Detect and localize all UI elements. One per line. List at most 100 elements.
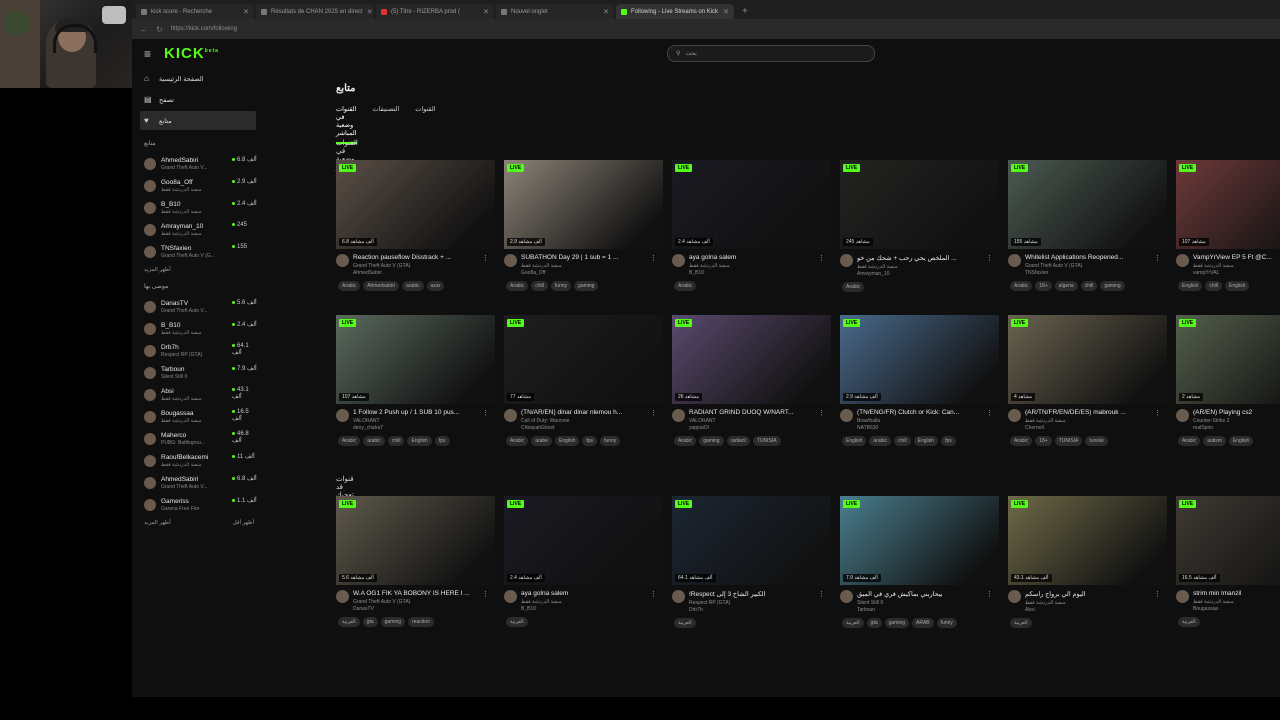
more-options-icon[interactable]: ⋮ xyxy=(650,254,657,262)
stream-category[interactable]: منصة الدردشة فقط xyxy=(1025,418,1155,424)
stream-tag[interactable]: العربية xyxy=(842,618,864,628)
stream-card[interactable]: LIVE 64.1 ألف مشاهد !Respect الكبير الشاخ … xyxy=(672,496,831,628)
stream-thumbnail[interactable]: LIVE 7.9 ألف مشاهد xyxy=(840,496,999,585)
sidebar-channel[interactable]: Tarboun Silent Still II 7.9 ألف xyxy=(144,362,258,384)
stream-thumbnail[interactable]: LIVE 4 مشاهد xyxy=(1008,315,1167,404)
stream-tag[interactable]: 18+ xyxy=(1035,281,1052,291)
stream-title[interactable]: (AR/EN) Playing cs2 xyxy=(1193,409,1280,416)
avatar[interactable] xyxy=(840,409,853,422)
more-options-icon[interactable]: ⋮ xyxy=(986,254,993,262)
sidebar-channel[interactable]: AhmedSabiri Grand Theft Auto V... 6.8 ألف xyxy=(144,472,258,494)
avatar[interactable] xyxy=(840,254,853,267)
stream-tag[interactable]: arabic xyxy=(363,436,385,446)
sidebar-channel[interactable]: B_B10 منصة الدردشة فقط 2.4 ألف xyxy=(144,197,258,219)
more-options-icon[interactable]: ⋮ xyxy=(1154,409,1161,417)
avatar[interactable] xyxy=(504,590,517,603)
tab-channels[interactable]: القنوات xyxy=(415,105,435,144)
stream-tag[interactable]: English xyxy=(407,436,432,446)
stream-channel[interactable]: yappaiOl xyxy=(689,425,819,431)
stream-category[interactable]: Call of Duty: Warzone xyxy=(521,418,651,424)
stream-channel[interactable]: deny_chaha7 xyxy=(353,425,483,431)
avatar[interactable] xyxy=(1176,254,1189,267)
stream-category[interactable]: منصة الدردشة فقط xyxy=(521,599,651,605)
stream-category[interactable]: منصة الدردشة فقط xyxy=(521,263,651,269)
sidebar-channel[interactable]: Gameriss Garena Free Fire 1.1 ألف xyxy=(144,494,258,516)
stream-title[interactable]: !Respect الكبير الشاخ 3 إلى xyxy=(689,590,819,598)
stream-card[interactable]: LIVE 16.5 ألف مشاهد strim min lmanzil منصة … xyxy=(1176,496,1280,627)
avatar[interactable] xyxy=(504,254,517,267)
sidebar-channel[interactable]: Maherco PUBG: Battlegrou... 46.8 ألف xyxy=(144,428,258,450)
stream-tag[interactable]: TUNISIA xyxy=(1054,436,1083,446)
stream-title[interactable]: بيحاربني بماكيش فري في المبق xyxy=(857,590,987,598)
more-options-icon[interactable]: ⋮ xyxy=(818,590,825,598)
stream-tag[interactable]: English xyxy=(1228,436,1254,446)
stream-thumbnail[interactable]: LIVE 6.8 ألف مشاهد xyxy=(336,160,495,249)
avatar[interactable] xyxy=(672,254,685,267)
stream-thumbnail[interactable]: LIVE 77 مشاهد xyxy=(504,315,663,404)
stream-channel[interactable]: Goo8a_Off xyxy=(521,270,651,276)
stream-thumbnail[interactable]: LIVE 26 مشاهد xyxy=(672,315,831,404)
stream-title[interactable]: (TN/ENG/FR) Clutch or Kick: Can... xyxy=(857,409,987,416)
sidebar-channel[interactable]: RaoufBelkacemi منصة الدردشة فقط 11 ألف xyxy=(144,450,258,472)
stream-title[interactable]: W.A OG1 FIK YA BOBONY IS HERE I ... xyxy=(353,590,483,597)
stream-tag[interactable]: Arabic xyxy=(674,281,697,291)
more-options-icon[interactable]: ⋮ xyxy=(482,254,489,262)
close-icon[interactable]: ✕ xyxy=(603,8,609,16)
stream-tag[interactable]: gta xyxy=(866,618,882,628)
stream-card[interactable]: LIVE 4 مشاهد (AR/TN/FR/EN/DE/ES) mabrouk .… xyxy=(1008,315,1167,446)
stream-tag[interactable]: funny xyxy=(550,281,572,291)
stream-tag[interactable]: 18+ xyxy=(1035,436,1052,446)
stream-tag[interactable]: العربية xyxy=(506,617,528,627)
stream-category[interactable]: منصة الدردشة فقط xyxy=(1193,263,1280,269)
more-options-icon[interactable]: ⋮ xyxy=(986,409,993,417)
sidebar-channel[interactable]: Drb7h Respect RP (GTA) 64.1 ألف xyxy=(144,340,258,362)
stream-tag[interactable]: gaming xyxy=(884,618,910,628)
stream-card[interactable]: LIVE 7.9 ألف مشاهد بيحاربني بماكيش فري في … xyxy=(840,496,999,628)
avatar[interactable] xyxy=(1176,590,1189,603)
avatar[interactable] xyxy=(672,409,685,422)
stream-category[interactable]: Grand Theft Auto V (GTA) xyxy=(353,263,483,269)
show-less-link[interactable]: أظهر أقل xyxy=(233,520,254,526)
stream-tag[interactable]: TUNISIA xyxy=(752,436,781,446)
stream-thumbnail[interactable]: LIVE 2.9 ألف مشاهد xyxy=(840,315,999,404)
stream-card[interactable]: LIVE 43.1 ألف مشاهد اليوم الي برواج راسكم م… xyxy=(1008,496,1167,628)
stream-channel[interactable]: TNSfaxien xyxy=(1025,270,1155,276)
stream-category[interactable]: منصة الدردشة فقط xyxy=(857,264,987,270)
stream-title[interactable]: Reaction pauseflow Disstrack + ... xyxy=(353,254,483,261)
stream-tag[interactable]: العربية xyxy=(674,618,696,628)
stream-tag[interactable]: reaction xyxy=(408,617,434,627)
stream-title[interactable]: aya golna salem xyxy=(521,590,651,597)
more-options-icon[interactable]: ⋮ xyxy=(986,590,993,598)
stream-tag[interactable]: Ahmedsabiri xyxy=(363,281,399,291)
stream-card[interactable]: LIVE 107 مشاهد VampYrView EP 5 Ft @C... منص… xyxy=(1176,160,1280,291)
avatar[interactable] xyxy=(672,590,685,603)
stream-tag[interactable]: chill xyxy=(531,281,548,291)
more-options-icon[interactable]: ⋮ xyxy=(650,590,657,598)
stream-tag[interactable]: English xyxy=(1225,281,1250,291)
more-options-icon[interactable]: ⋮ xyxy=(1154,590,1161,598)
avatar[interactable] xyxy=(336,409,349,422)
stream-category[interactable]: VALORANT xyxy=(689,418,819,424)
stream-tag[interactable]: gta xyxy=(362,617,378,627)
stream-channel[interactable]: ChernoX xyxy=(1025,425,1155,431)
stream-tag[interactable]: العربية xyxy=(338,617,360,627)
stream-tag[interactable]: Arabic xyxy=(338,436,361,446)
stream-title[interactable]: aya golna salem xyxy=(689,254,819,261)
sidebar-item-browse[interactable]: ▤ تصفح xyxy=(140,90,256,109)
browser-tab[interactable]: Résultats de CHAN 2025 en direct ✕ xyxy=(256,4,374,19)
avatar[interactable] xyxy=(336,590,349,603)
stream-title[interactable]: (AR/TN/FR/EN/DE/ES) mabrouk ... xyxy=(1025,409,1155,416)
stream-title[interactable]: الملخص يحي رحب + شحك من خو ... xyxy=(857,254,987,262)
stream-tag[interactable]: Arabic xyxy=(506,436,529,446)
stream-thumbnail[interactable]: LIVE 2.4 ألف مشاهد xyxy=(504,496,663,585)
stream-thumbnail[interactable]: LIVE 2 مشاهد xyxy=(1176,315,1280,404)
browser-tab-active[interactable]: Following - Live Streams on Kick ✕ xyxy=(616,4,734,19)
search-input[interactable]: ⚲ بحث xyxy=(667,45,875,62)
stream-channel[interactable]: NATB630 xyxy=(857,425,987,431)
sidebar-channel[interactable]: DanasTV Grand Theft Auto V... 5.6 ألف xyxy=(144,296,258,318)
stream-tag[interactable]: tunisie xyxy=(1085,436,1108,446)
stream-channel[interactable]: B_B10 xyxy=(521,606,651,612)
sidebar-channel[interactable]: Absi منصة الدردشة فقط 43.1 ألف xyxy=(144,384,258,406)
stream-thumbnail[interactable]: LIVE 16.5 ألف مشاهد xyxy=(1176,496,1280,585)
stream-thumbnail[interactable]: LIVE 155 مشاهد xyxy=(1008,160,1167,249)
